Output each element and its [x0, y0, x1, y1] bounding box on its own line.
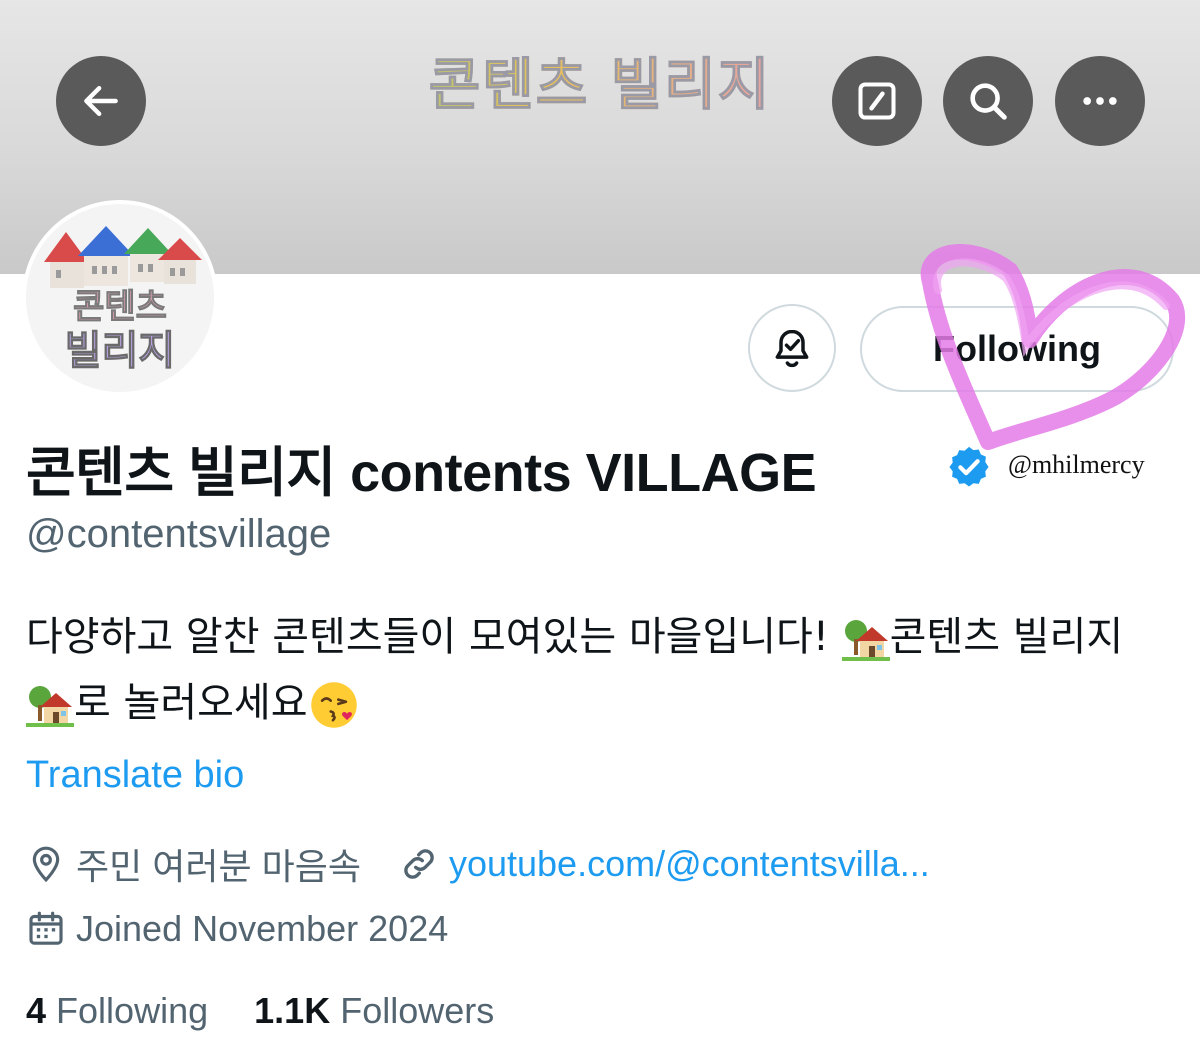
- followers-stat-label: Followers: [340, 990, 495, 1031]
- bio-text-line1-tail: 콘텐츠 빌리지: [889, 614, 1124, 660]
- following-count: 4: [26, 990, 47, 1031]
- kissing-face-icon: [310, 682, 357, 728]
- bell-check-icon: [775, 329, 809, 368]
- search-button[interactable]: [943, 56, 1033, 146]
- bio-text-line2: 로 놀러오세요: [74, 680, 308, 726]
- follow-stats: 4 Following 1.1K Followers: [26, 990, 494, 1032]
- location-pin-icon: [26, 844, 66, 884]
- following-stat-label: Following: [56, 990, 209, 1031]
- profile-avatar[interactable]: 콘텐츠 빌리지: [22, 200, 218, 396]
- profile-handle: @contentsvillage: [26, 512, 332, 556]
- arrow-left-icon: [84, 85, 118, 117]
- profile-website-link[interactable]: youtube.com/@contentsvilla...: [449, 843, 930, 885]
- translate-bio-link[interactable]: Translate bio: [26, 754, 244, 797]
- profile-bio: 다양하고 알찬 콘텐츠들이 모여있는 마을입니다! 콘텐츠 빌리지 로 놀러오세…: [26, 604, 1186, 736]
- calendar-icon: [26, 909, 66, 949]
- joined-date: Joined November 2024: [76, 908, 449, 949]
- back-button[interactable]: [56, 56, 146, 146]
- joined-row: Joined November 2024: [26, 908, 448, 950]
- link-icon: [399, 844, 439, 884]
- avatar-image: 콘텐츠 빌리지: [26, 204, 214, 392]
- following-stat-link[interactable]: 4 Following: [26, 990, 208, 1031]
- bio-text-line1: 다양하고 알찬 콘텐츠들이 모여있는 마을입니다!: [26, 614, 842, 660]
- search-icon: [970, 83, 1007, 120]
- house-with-garden-icon: [26, 686, 74, 727]
- display-name: 콘텐츠 빌리지 contents VILLAGE: [26, 443, 817, 503]
- avatar-text-line2: 빌리지: [65, 328, 175, 374]
- more-options-button[interactable]: [1055, 56, 1145, 146]
- notifications-toggle-button[interactable]: [748, 304, 836, 392]
- profile-meta-row: 주민 여러분 마음속 youtube.com/@contentsvilla...: [26, 838, 930, 890]
- house-with-garden-icon: [841, 620, 890, 661]
- more-dots-icon: [1083, 97, 1117, 105]
- followers-stat-link[interactable]: 1.1K Followers: [254, 990, 494, 1031]
- watermark-text: @mhilmercy: [1008, 450, 1145, 479]
- avatar-text-line1: 콘텐츠: [73, 287, 167, 327]
- compose-button[interactable]: [832, 56, 922, 146]
- profile-location: 주민 여러분 마음속: [76, 846, 361, 887]
- village-logo-illustration: 콘텐츠 빌리지: [44, 226, 202, 375]
- followers-count: 1.1K: [254, 990, 331, 1031]
- edit-square-icon: [858, 82, 896, 120]
- heart-doodle-overlay: [920, 244, 1186, 450]
- verified-badge-icon: [949, 446, 989, 487]
